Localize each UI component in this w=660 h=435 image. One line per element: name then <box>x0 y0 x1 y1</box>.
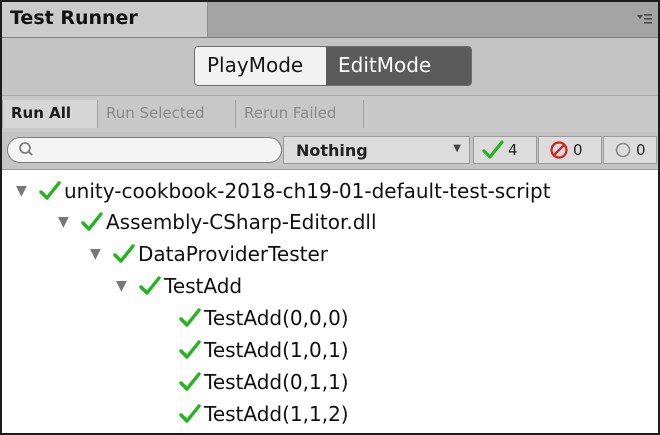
tree-row-label: TestAdd(1,0,1) <box>204 338 349 362</box>
passed-check-icon <box>179 404 201 423</box>
rerun-failed-button[interactable]: Rerun Failed <box>236 100 364 128</box>
category-dropdown-value: Nothing <box>296 141 368 160</box>
tree-row-label: unity-cookbook-2018-ch19-01-default-test… <box>64 179 551 203</box>
tree-row-method[interactable]: ▼ TestAdd <box>116 271 242 301</box>
tree-row-project[interactable]: ▼ unity-cookbook-2018-ch19-01-default-te… <box>16 176 551 206</box>
passed-check-icon <box>179 308 201 327</box>
not-run-icon <box>615 142 631 158</box>
search-input[interactable] <box>7 137 282 163</box>
tree-row-testcase[interactable]: TestAdd(1,0,1) <box>178 335 349 365</box>
category-dropdown[interactable]: Nothing ▼ <box>283 136 470 164</box>
passed-filter-toggle[interactable]: 4 <box>473 136 537 164</box>
tree-row-testcase[interactable]: TestAdd(0,1,1) <box>178 367 349 397</box>
expand-arrow-icon[interactable]: ▼ <box>90 246 112 262</box>
tab-bar: Test Runner <box>2 2 658 38</box>
tree-row-label: TestAdd(1,1,2) <box>204 402 349 426</box>
tree-row-class[interactable]: ▼ DataProviderTester <box>90 239 328 269</box>
test-runner-window: Test Runner PlayMode EditMode Run All Ru… <box>0 0 660 435</box>
tree-row-label: TestAdd(0,1,1) <box>204 370 349 394</box>
tree-row-testcase[interactable]: TestAdd(0,0,0) <box>178 303 349 333</box>
passed-check-icon <box>139 276 161 295</box>
filter-bar: Nothing ▼ 4 0 0 <box>2 132 658 170</box>
passed-check-icon <box>81 212 103 231</box>
tree-row-testcase[interactable]: TestAdd(1,1,2) <box>178 399 349 429</box>
expand-arrow-icon[interactable]: ▼ <box>16 183 38 199</box>
tree-row-label: TestAdd <box>164 274 243 298</box>
notrun-filter-toggle[interactable]: 0 <box>603 136 657 164</box>
mode-switch: PlayMode EditMode <box>194 46 472 86</box>
tab-test-runner[interactable]: Test Runner <box>2 2 208 37</box>
tree-row-assembly[interactable]: ▼ Assembly-CSharp-Editor.dll <box>58 207 377 237</box>
failed-filter-toggle[interactable]: 0 <box>538 136 602 164</box>
tree-row-label: Assembly-CSharp-Editor.dll <box>106 210 377 234</box>
run-selected-button[interactable]: Run Selected <box>98 100 236 128</box>
not-run-count: 0 <box>636 141 646 159</box>
expand-arrow-icon[interactable]: ▼ <box>58 214 80 230</box>
passed-check-icon <box>39 181 61 200</box>
failed-icon <box>550 141 568 159</box>
passed-check-icon <box>113 244 135 263</box>
mode-area: PlayMode EditMode <box>2 38 658 95</box>
playmode-button[interactable]: PlayMode <box>195 47 326 85</box>
editmode-button[interactable]: EditMode <box>326 47 471 85</box>
tab-menu-icon[interactable] <box>636 12 652 26</box>
passed-check-icon <box>482 140 504 159</box>
dropdown-arrow-icon: ▼ <box>453 143 461 154</box>
passed-count: 4 <box>508 141 518 159</box>
run-all-button[interactable]: Run All <box>2 100 98 128</box>
expand-arrow-icon[interactable]: ▼ <box>116 278 138 294</box>
tab-title: Test Runner <box>10 7 138 29</box>
toolbar: Run All Run Selected Rerun Failed <box>2 95 658 133</box>
passed-check-icon <box>179 372 201 391</box>
search-icon <box>19 142 33 156</box>
tree-row-label: DataProviderTester <box>138 242 329 266</box>
passed-check-icon <box>179 340 201 359</box>
failed-count: 0 <box>573 141 583 159</box>
tree-row-label: TestAdd(0,0,0) <box>204 306 349 330</box>
